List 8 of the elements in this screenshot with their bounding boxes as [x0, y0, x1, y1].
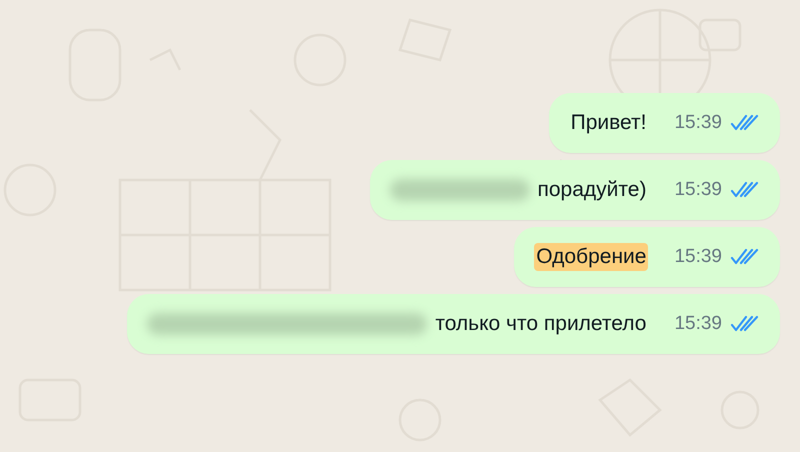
- message-text: порадуйте): [536, 177, 648, 203]
- message-time: 15:39: [674, 112, 722, 134]
- message-text: Привет!: [570, 110, 648, 136]
- message-text: Одобрение: [534, 243, 648, 271]
- message-time: 15:39: [674, 313, 722, 335]
- message-text: только что прилетело: [434, 311, 648, 337]
- message-time: 15:39: [674, 179, 722, 201]
- message-time: 15:39: [674, 246, 722, 268]
